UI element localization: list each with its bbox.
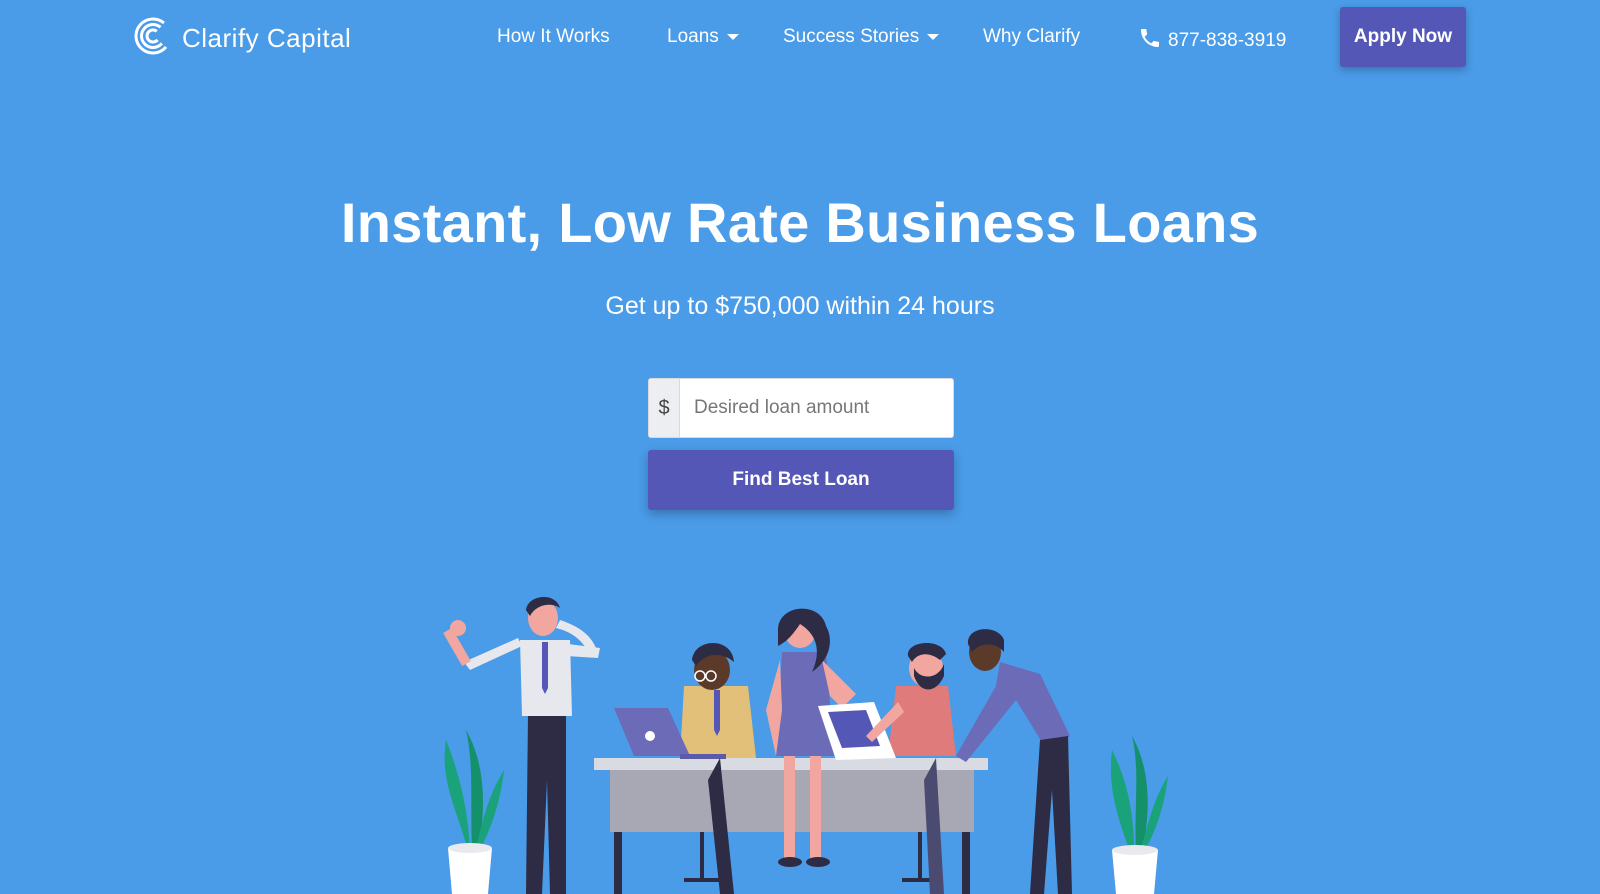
clarify-logo-icon	[134, 17, 172, 60]
nav-phone-link[interactable]: 877-838-3919	[1138, 26, 1286, 56]
find-best-loan-button[interactable]: Find Best Loan	[648, 450, 954, 510]
nav-how-it-works[interactable]: How It Works	[497, 26, 610, 48]
loan-amount-input[interactable]	[680, 379, 953, 437]
nav-item-label: How It Works	[497, 26, 610, 47]
phone-icon	[1138, 26, 1162, 56]
nav-loans[interactable]: Loans	[667, 26, 739, 48]
currency-prefix: $	[649, 379, 680, 437]
nav-item-label: Loans	[667, 26, 719, 47]
apply-now-button[interactable]: Apply Now	[1340, 7, 1466, 67]
hero-subtitle: Get up to $750,000 within 24 hours	[605, 292, 995, 320]
nav-item-label: Success Stories	[783, 26, 920, 47]
caret-down-icon	[927, 34, 940, 40]
plant-left-icon	[444, 730, 504, 894]
caret-down-icon	[726, 34, 739, 40]
nav-item-label: Why Clarify	[983, 26, 1081, 47]
top-navigation: Clarify Capital How It Works Loans Succe…	[0, 0, 1600, 76]
brand-name: Clarify Capital	[182, 22, 352, 53]
loan-amount-form: $ Find Best Loan	[648, 378, 954, 510]
phone-number: 877-838-3919	[1168, 30, 1287, 51]
nav-success-stories[interactable]: Success Stories	[783, 26, 940, 48]
team-illustration	[443, 596, 1168, 894]
person-with-laptop-icon	[614, 643, 756, 759]
loan-amount-input-group: $	[648, 378, 954, 438]
nav-why-clarify[interactable]: Why Clarify	[983, 26, 1080, 48]
brand-logo[interactable]: Clarify Capital	[134, 17, 352, 60]
page-title: Instant, Low Rate Business Loans	[340, 191, 1260, 254]
plant-right-icon	[1110, 736, 1168, 894]
